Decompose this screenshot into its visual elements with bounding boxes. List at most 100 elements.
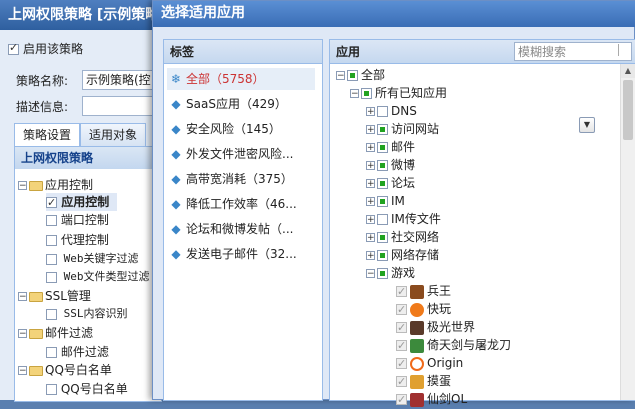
checkbox[interactable]: [377, 160, 388, 171]
checkbox[interactable]: [377, 250, 388, 261]
checkbox[interactable]: [396, 319, 407, 337]
app-node-web[interactable]: + 访问网站: [366, 120, 439, 138]
tag-item-high-bandwidth[interactable]: ◆ 高带宽消耗（375）: [167, 168, 315, 190]
checkbox[interactable]: [396, 373, 407, 391]
tree-item-proxy-control[interactable]: 代理控制: [46, 231, 109, 249]
app-node-games[interactable]: − 游戏: [366, 264, 415, 282]
tree-item-ssl-group[interactable]: − SSL管理: [18, 287, 91, 305]
app-node-social[interactable]: + 社交网络: [366, 228, 439, 246]
app-node-known[interactable]: − 所有已知应用: [350, 84, 447, 102]
enable-policy-checkbox[interactable]: [8, 41, 19, 55]
checkbox[interactable]: [377, 232, 388, 243]
tag-item-forum-weibo-post[interactable]: ◆ 论坛和微博发帖（...: [167, 218, 315, 240]
tree-item-port-control[interactable]: 端口控制: [46, 211, 109, 229]
tag-item-file-leak-risk[interactable]: ◆ 外发文件泄密风险...: [167, 143, 315, 165]
expand-icon[interactable]: +: [366, 197, 375, 207]
app-node-origin[interactable]: Origin: [396, 354, 463, 373]
expand-icon[interactable]: +: [366, 125, 375, 135]
checkbox[interactable]: [377, 178, 388, 189]
collapse-icon[interactable]: −: [18, 366, 27, 376]
checkbox[interactable]: [377, 106, 388, 117]
checkbox[interactable]: [396, 301, 407, 319]
collapse-icon[interactable]: −: [18, 181, 27, 191]
checkbox[interactable]: [46, 194, 57, 212]
app-node-bingwang[interactable]: 兵王: [396, 282, 451, 301]
checkbox[interactable]: [46, 271, 57, 283]
collapse-icon[interactable]: −: [336, 71, 345, 81]
checkbox[interactable]: [46, 308, 57, 320]
fuzzy-search-input[interactable]: [514, 42, 632, 61]
checkbox[interactable]: [46, 384, 57, 395]
app-node-im-file[interactable]: + IM传文件: [366, 210, 441, 228]
app-node-dns[interactable]: + DNS: [366, 102, 417, 120]
checkbox[interactable]: [396, 283, 407, 301]
collapse-icon[interactable]: −: [366, 269, 375, 279]
dialog-title[interactable]: 选择适用应用: [153, 1, 635, 27]
checkbox[interactable]: [377, 214, 388, 225]
expand-icon[interactable]: +: [366, 233, 375, 243]
tag-item-security-risk[interactable]: ◆ 安全风险（145）: [167, 118, 315, 140]
app-panel-header: 应用: [330, 40, 635, 64]
tag-panel-header: 标签: [164, 40, 322, 64]
app-node-kuaiwan[interactable]: 快玩: [396, 300, 451, 319]
app-node-yitian[interactable]: 倚天剑与屠龙刀: [396, 336, 511, 355]
collapse-icon[interactable]: −: [18, 329, 27, 339]
app-node-im[interactable]: + IM: [366, 192, 405, 210]
expand-icon[interactable]: +: [366, 143, 375, 153]
tree-item-app-control[interactable]: 应用控制: [46, 193, 118, 212]
app-node-storage[interactable]: + 网络存储: [366, 246, 439, 264]
expand-icon[interactable]: +: [366, 107, 375, 117]
expand-icon[interactable]: +: [366, 179, 375, 189]
description-field[interactable]: [82, 96, 162, 116]
expand-icon[interactable]: +: [366, 161, 375, 171]
tag-item-saas[interactable]: ◆ SaaS应用（429）: [167, 93, 315, 115]
app-node-weibo[interactable]: + 微博: [366, 156, 415, 174]
checkbox[interactable]: [396, 337, 407, 355]
chevron-down-icon[interactable]: ▼: [579, 117, 595, 133]
checkbox[interactable]: [377, 124, 388, 135]
checkbox[interactable]: [377, 268, 388, 279]
app-node-modan[interactable]: 摸蛋: [396, 372, 451, 391]
checkbox[interactable]: [361, 88, 372, 99]
app-node-jiguang[interactable]: 极光世界: [396, 318, 475, 337]
app-node-forum[interactable]: + 论坛: [366, 174, 415, 192]
search-trigger-icon[interactable]: [618, 44, 628, 56]
checkbox[interactable]: [377, 196, 388, 207]
tree-item-ssl-content[interactable]: SSL内容识别: [46, 305, 128, 323]
tree-item-mail-filter[interactable]: 邮件过滤: [46, 343, 109, 361]
tag-label: 全部（5758）: [186, 72, 265, 86]
collapse-icon[interactable]: −: [18, 292, 27, 302]
tree-item-mail-group[interactable]: − 邮件过滤: [18, 324, 93, 342]
tree-item-qq-whitelist[interactable]: QQ号白名单: [46, 380, 128, 398]
tree-item-label: SSL管理: [45, 289, 91, 303]
tag-item-all[interactable]: ❄ 全部（5758）: [167, 68, 315, 90]
checkbox[interactable]: [347, 70, 358, 81]
app-label: 社交网络: [391, 230, 440, 244]
checkbox[interactable]: [377, 142, 388, 153]
tab-policy-settings[interactable]: 策略设置: [14, 123, 81, 146]
scrollbar-thumb[interactable]: [623, 80, 633, 140]
scroll-up-icon[interactable]: ▲: [621, 64, 635, 78]
expand-icon[interactable]: +: [366, 215, 375, 225]
checkbox[interactable]: [46, 347, 57, 358]
checkbox[interactable]: [396, 355, 407, 373]
checkbox[interactable]: [46, 253, 57, 265]
tree-item-app-control-group[interactable]: − 应用控制: [18, 176, 93, 194]
app-node-all[interactable]: − 全部: [336, 66, 385, 84]
app-list-scrollbar[interactable]: ▲: [620, 64, 635, 400]
enable-policy-row[interactable]: 启用该策略: [8, 40, 83, 57]
tag-item-send-email[interactable]: ◆ 发送电子邮件（32...: [167, 243, 315, 265]
app-node-mail[interactable]: + 邮件: [366, 138, 415, 156]
snowflake-icon: ❄: [170, 72, 182, 86]
checkbox[interactable]: [46, 215, 57, 226]
tree-item-qq-group[interactable]: − QQ号白名单: [18, 361, 112, 379]
tree-item-web-filetype-filter[interactable]: Web文件类型过滤: [46, 268, 150, 286]
checkbox[interactable]: [46, 235, 57, 246]
tag-item-low-efficiency[interactable]: ◆ 降低工作效率（46...: [167, 193, 315, 215]
app-node-xianjian[interactable]: 仙剑OL: [396, 390, 467, 409]
policy-name-field[interactable]: 示例策略(控: [82, 70, 162, 90]
tab-applicable-objects[interactable]: 适用对象: [80, 123, 147, 146]
expand-icon[interactable]: +: [366, 251, 375, 261]
tree-item-web-keyword-filter[interactable]: Web关键字过滤: [46, 250, 139, 268]
collapse-icon[interactable]: −: [350, 89, 359, 99]
